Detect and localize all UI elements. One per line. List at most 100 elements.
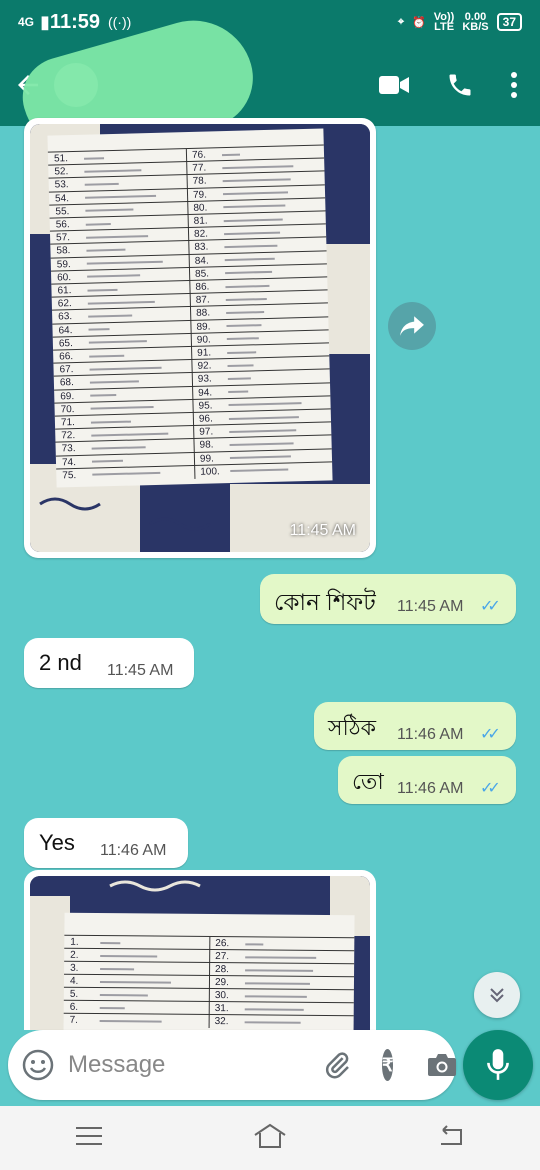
message-time: 11:45 AM <box>107 662 174 679</box>
question-number: 4. <box>69 975 79 987</box>
phone-icon <box>449 74 471 96</box>
handwritten-answer <box>90 394 117 397</box>
message-text: 2 nd <box>39 650 82 675</box>
question-number: 73. <box>61 443 76 455</box>
question-number: 84. <box>194 255 209 267</box>
status-time: 11:59 <box>49 10 100 33</box>
message-composer: ₹ <box>8 1030 457 1100</box>
back-nav-button[interactable] <box>437 1124 465 1153</box>
handwritten-answer <box>244 981 310 985</box>
question-number: 85. <box>194 268 210 280</box>
handwritten-answer <box>224 257 275 262</box>
handwritten-answer <box>88 314 133 318</box>
message-time: 11:46 AM <box>397 726 464 743</box>
outgoing-message[interactable]: তো 11:46 AM ✓✓ <box>338 756 516 804</box>
incoming-message[interactable]: 2 nd 11:45 AM <box>24 638 194 688</box>
question-number: 62. <box>57 298 72 310</box>
handwritten-answer <box>100 967 135 970</box>
handwritten-answer <box>226 324 262 328</box>
message-input[interactable] <box>68 1051 258 1079</box>
forward-button[interactable] <box>388 302 436 350</box>
incoming-message[interactable]: Yes 11:46 AM <box>24 818 188 868</box>
scroll-to-bottom-button[interactable] <box>474 972 520 1018</box>
location-icon: ⌖ <box>397 15 405 28</box>
question-number: 95. <box>198 400 213 412</box>
handwritten-answer <box>87 288 118 292</box>
read-ticks-icon: ✓✓ <box>480 780 501 797</box>
question-number: 28. <box>215 964 230 976</box>
question-number: 68. <box>59 377 74 389</box>
question-number: 54. <box>54 192 70 205</box>
attach-button[interactable] <box>322 1048 352 1082</box>
handwritten-answer <box>99 980 171 984</box>
handwritten-answer <box>224 231 281 235</box>
question-number: 94. <box>198 387 213 399</box>
handwritten-answer <box>245 955 317 959</box>
recents-button[interactable] <box>75 1125 103 1152</box>
handwritten-answer <box>221 153 241 156</box>
handwritten-answer <box>229 442 294 446</box>
data-speed: 0.00 KB/S <box>462 12 489 33</box>
payment-button[interactable]: ₹ <box>382 1049 394 1081</box>
image-message[interactable]: 51. 76. 52. 77. 53. 78. 54. 79. 55. 80. 56. 81. 57. 8… <box>24 118 376 558</box>
handwritten-answer <box>89 354 125 358</box>
question-number: 74. <box>61 456 77 468</box>
emoji-button[interactable] <box>22 1048 54 1082</box>
handwritten-answer <box>89 366 162 371</box>
handwritten-answer <box>90 420 131 424</box>
question-number: 7. <box>69 1014 79 1026</box>
handwritten-answer <box>100 941 121 944</box>
image-message[interactable]: 1. 26. 2. 27. 3. 28. 4. 29. 5. 30. 6. 31. 7. 32. <box>24 870 376 1030</box>
alarm-icon: ⏰ <box>412 16 426 29</box>
home-icon <box>254 1123 286 1148</box>
speed-unit: KB/S <box>462 21 489 33</box>
handwritten-answer <box>85 195 157 199</box>
handwritten-answer <box>87 274 141 279</box>
question-number: 80. <box>193 202 208 214</box>
handwritten-answer <box>230 468 289 473</box>
video-call-button[interactable] <box>378 73 410 97</box>
question-number: 63. <box>58 311 73 323</box>
network-indicator: 4G <box>18 15 35 29</box>
question-number: 27. <box>215 951 230 963</box>
question-number: 51. <box>53 153 69 165</box>
question-number: 52. <box>54 166 69 178</box>
handwritten-answer <box>86 248 126 252</box>
answer-sheet: 1. 26. 2. 27. 3. 28. 4. 29. 5. 30. 6. 31. 7. 32. <box>63 912 355 1030</box>
answer-sheet: 51. 76. 52. 77. 53. 78. 54. 79. 55. 80. 56. 81. 57. 8… <box>47 128 333 488</box>
message-time: 11:45 AM <box>289 522 356 539</box>
handwritten-answer <box>86 260 163 265</box>
handwritten-answer <box>244 994 307 998</box>
voice-message-button[interactable] <box>463 1030 533 1100</box>
question-number: 30. <box>214 990 229 1002</box>
question-number: 90. <box>196 334 211 346</box>
handwritten-answer <box>99 1006 125 1009</box>
message-text: Yes <box>39 830 75 855</box>
question-number: 76. <box>191 149 207 161</box>
handwritten-answer <box>225 297 267 301</box>
column-divider <box>208 1014 210 1029</box>
question-number: 57. <box>55 232 71 244</box>
outgoing-message[interactable]: সঠিক 11:46 AM ✓✓ <box>314 702 516 750</box>
more-options-button[interactable] <box>510 71 518 99</box>
microphone-icon <box>487 1049 509 1080</box>
hotspot-icon: ((·)) <box>107 14 132 30</box>
lte-label: LTE <box>434 21 455 33</box>
emoji-icon <box>22 1049 54 1081</box>
rupee-icon: ₹ <box>382 1054 394 1075</box>
question-number: 55. <box>55 205 70 218</box>
outgoing-message[interactable]: কোন শিফট 11:45 AM ✓✓ <box>260 574 516 624</box>
handwritten-answer <box>228 402 302 407</box>
handwritten-answer <box>228 390 249 394</box>
answer-sheet-photo[interactable]: 51. 76. 52. 77. 53. 78. 54. 79. 55. 80. 56. 81. 57. 8… <box>30 124 370 552</box>
home-button[interactable] <box>253 1123 287 1154</box>
chat-header <box>0 6 540 176</box>
handwritten-answer <box>228 415 299 420</box>
handwritten-answer <box>223 191 289 196</box>
answer-sheet-photo[interactable]: 1. 26. 2. 27. 3. 28. 4. 29. 5. 30. 6. 31. 7. 32. <box>30 876 370 1030</box>
voice-call-button[interactable] <box>446 71 474 99</box>
question-number: 3. <box>70 962 79 974</box>
question-number: 98. <box>199 439 214 452</box>
camera-button[interactable] <box>427 1048 457 1082</box>
handwritten-answer <box>227 364 254 367</box>
